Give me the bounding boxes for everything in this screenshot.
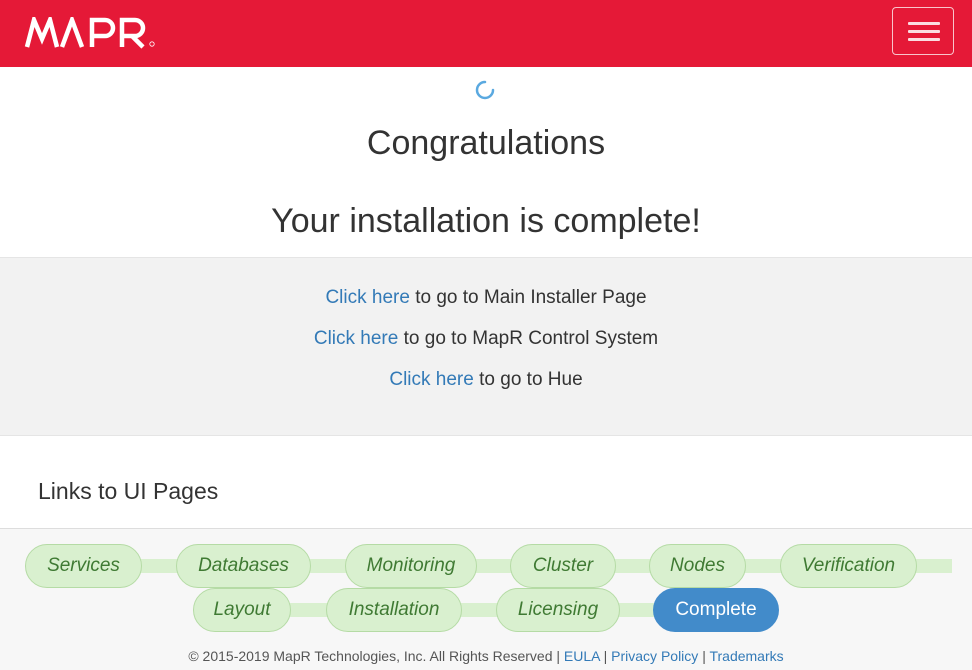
hue-link[interactable]: Click here: [389, 369, 473, 390]
step-connector: [916, 559, 952, 573]
page-link-verification[interactable]: Verification: [780, 544, 917, 588]
quick-links-panel: Click here to go to Main Installer Page …: [0, 257, 972, 436]
page-link-nodes[interactable]: Nodes: [649, 544, 746, 588]
page-link-licensing[interactable]: Licensing: [496, 588, 620, 632]
page-link-services[interactable]: Services: [25, 544, 142, 588]
step-connector: [461, 603, 498, 617]
page-link-cluster[interactable]: Cluster: [510, 544, 616, 588]
copyright-line: © 2015-2019 MapR Technologies, Inc. All …: [0, 648, 972, 664]
installer-link-line: Click here to go to Main Installer Page: [0, 287, 972, 309]
page-link-databases[interactable]: Databases: [176, 544, 311, 588]
copyright-text: © 2015-2019 MapR Technologies, Inc. All …: [188, 648, 553, 664]
step-connector: [290, 603, 328, 617]
step-connector: [476, 559, 512, 573]
mapr-logo[interactable]: [24, 12, 158, 54]
trademarks-link[interactable]: Trademarks: [709, 648, 783, 664]
hamburger-menu-icon[interactable]: [892, 7, 954, 55]
step-connector: [140, 559, 178, 573]
ui-pages-heading: Links to UI Pages: [38, 478, 219, 504]
privacy-policy-link[interactable]: Privacy Policy: [611, 648, 698, 664]
page-link-complete[interactable]: Complete: [653, 588, 779, 632]
hue-link-line: Click here to go to Hue: [0, 369, 972, 391]
step-connector: [745, 559, 782, 573]
step-connector: [619, 603, 655, 617]
separator: |: [603, 648, 608, 664]
eula-link[interactable]: EULA: [564, 648, 600, 664]
loading-spinner-icon: [475, 80, 495, 100]
page-link-installation[interactable]: Installation: [326, 588, 462, 632]
mcs-link-line: Click here to go to MapR Control System: [0, 328, 972, 350]
page-link-monitoring[interactable]: Monitoring: [345, 544, 477, 588]
step-connector: [615, 559, 651, 573]
link-description: to go to Hue: [473, 369, 583, 390]
link-description: to go to Main Installer Page: [409, 287, 647, 308]
link-description: to go to MapR Control System: [398, 328, 659, 349]
step-connector: [310, 559, 347, 573]
separator: |: [556, 648, 561, 664]
page-title: Congratulations: [366, 124, 606, 162]
mapr-control-system-link[interactable]: Click here: [314, 328, 398, 349]
completion-message: Your installation is complete!: [271, 202, 701, 240]
page-link-layout[interactable]: Layout: [193, 588, 291, 632]
top-navbar: [0, 0, 972, 67]
main-installer-link[interactable]: Click here: [325, 287, 409, 308]
separator: |: [702, 648, 706, 664]
footer-navigation: Services Databases Monitoring Cluster No…: [0, 528, 972, 670]
